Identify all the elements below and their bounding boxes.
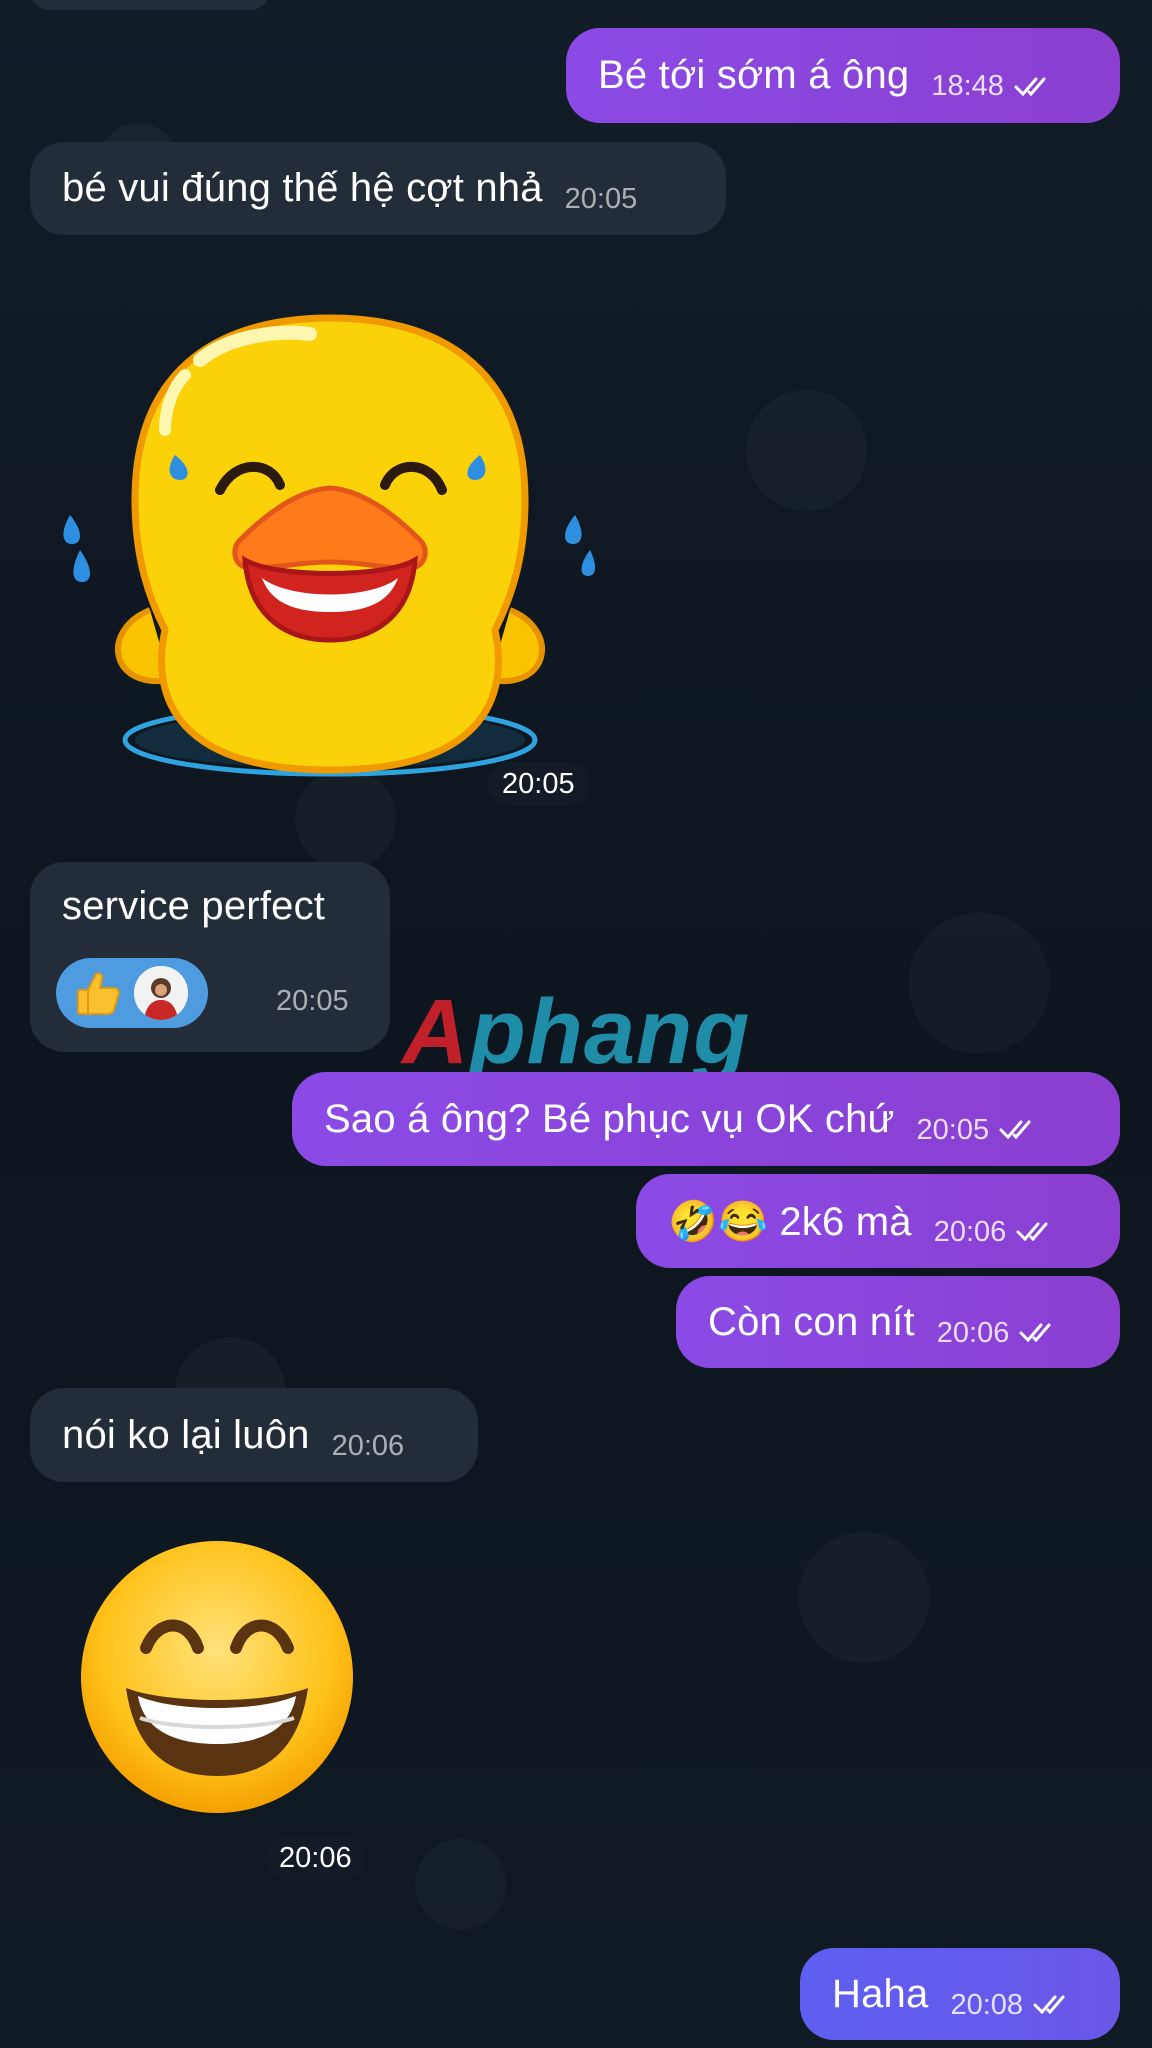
duck-sticker[interactable] <box>40 300 620 800</box>
message-text: Còn con nít <box>708 1299 915 1344</box>
double-check-icon <box>1016 1220 1060 1242</box>
sticker-time: 20:05 <box>488 762 589 806</box>
message-time: 20:05 <box>916 1113 990 1146</box>
message-outgoing[interactable]: Haha 20:08 <box>800 1948 1120 2040</box>
message-outgoing[interactable]: Bé tới sớm á ông 18:48 <box>566 28 1120 123</box>
message-outgoing[interactable]: Còn con nít 20:06 <box>676 1276 1120 1368</box>
message-time: 18:48 <box>931 70 1004 102</box>
message-text: nói ko lại luôn <box>62 1412 310 1457</box>
double-check-icon <box>1014 75 1058 97</box>
message-outgoing[interactable]: 🤣😂 2k6 mà 20:06 <box>636 1174 1120 1268</box>
message-time: 20:06 <box>331 1429 405 1462</box>
partial-message-bubble <box>30 0 270 10</box>
sticker-time: 20:06 <box>265 1836 366 1880</box>
thumbs-up-icon <box>77 972 120 1015</box>
message-time: 20:05 <box>564 183 638 215</box>
watermark-logo: Aphang <box>402 981 751 1083</box>
message-text: Bé tới sớm á ông <box>598 53 910 97</box>
message-time: 20:05 <box>276 985 349 1017</box>
message-text: Sao á ông? Bé phục vụ OK chứ <box>324 1096 895 1141</box>
reaction-pill[interactable] <box>56 958 208 1028</box>
message-time: 20:08 <box>950 1988 1024 2021</box>
message-time: 20:06 <box>936 1316 1010 1349</box>
message-time: 20:06 <box>933 1215 1007 1248</box>
double-check-icon <box>1033 1993 1077 2015</box>
reaction-avatar <box>134 966 188 1020</box>
double-check-icon <box>1019 1321 1063 1343</box>
double-check-icon <box>999 1118 1043 1140</box>
grinning-emoji-sticker[interactable] <box>76 1536 358 1818</box>
message-text: bé vui đúng thế hệ cợt nhả <box>62 166 543 210</box>
message-text: Haha <box>832 1971 929 2016</box>
message-text: 🤣😂 2k6 mà <box>668 1199 912 1244</box>
message-incoming[interactable]: nói ko lại luôn 20:06 <box>30 1388 478 1482</box>
message-outgoing[interactable]: Sao á ông? Bé phục vụ OK chứ 20:05 <box>292 1072 1120 1166</box>
message-incoming[interactable]: bé vui đúng thế hệ cợt nhả 20:05 <box>30 142 726 235</box>
message-text: service perfect <box>62 884 326 928</box>
